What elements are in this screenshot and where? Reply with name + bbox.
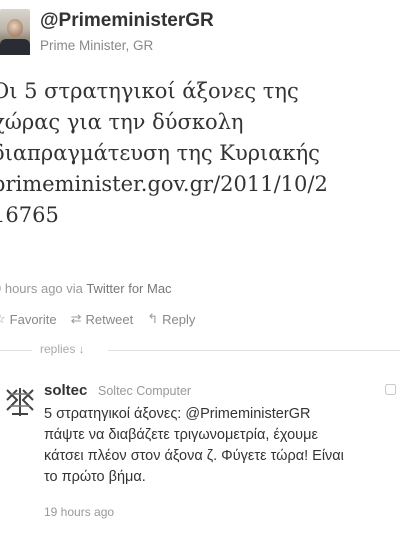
favorite-label: Favorite <box>9 311 57 327</box>
avatar-head <box>7 19 23 37</box>
reply-full-name: Soltec Computer <box>98 384 192 398</box>
tweet-full-name: Prime Minister, GR <box>40 38 154 53</box>
via-label: via <box>66 281 83 296</box>
client-link[interactable]: Twitter for Mac <box>86 281 171 296</box>
reply-button[interactable]: ↰ Reply <box>147 311 195 327</box>
avatar[interactable] <box>0 9 30 55</box>
tweet-meta: 9 hours ago via Twitter for Mac <box>0 281 172 296</box>
reply-text-line: πάψτε να διαβάζετε τριγωνομετρία, έχουμε <box>44 427 318 443</box>
retweet-icon: ⇄ <box>70 311 82 326</box>
reply-text-line: κάτσει πλέον στον άξονα ζ. Φύγετε τώρα! … <box>44 448 344 464</box>
star-icon: ☆ <box>0 311 6 327</box>
tweet-screen-name[interactable]: @PrimeministerGR <box>40 10 214 32</box>
reply-menu-icon[interactable]: ▢ <box>384 380 397 397</box>
reply-text-line: 5 στρατηγικοί άξονες: @PrimeministerGR <box>44 406 311 422</box>
tweet-text-line: Οι 5 στρατηγικοί άξονες της <box>0 79 299 103</box>
tweet-text: Οι 5 στρατηγικοί άξονες της χώρας για τη… <box>0 76 400 231</box>
tweet-link-continued[interactable]: 16765 <box>0 203 59 227</box>
tweet-actions: ☆ Favorite ⇄ Retweet ↰ Reply <box>0 311 195 327</box>
reply-text-line: το πρώτο βήμα. <box>44 469 146 485</box>
replies-divider: replies ↓ <box>0 341 400 359</box>
reply-label: Reply <box>162 311 196 327</box>
divider-line-left <box>0 350 32 351</box>
divider-line-right <box>108 350 400 351</box>
reply-icon: ↰ <box>147 311 159 326</box>
favorite-button[interactable]: ☆ Favorite <box>0 311 57 327</box>
tweet-text-line: χώρας για την δύσκολη <box>0 110 244 134</box>
tweet-link[interactable]: primeminister.gov.gr/2011/10/2 <box>0 172 328 196</box>
tweet-timestamp[interactable]: 9 hours ago <box>0 281 63 296</box>
tweet-header: @PrimeministerGR Prime Minister, GR <box>0 0 400 64</box>
reply-text: 5 στρατηγικοί άξονες: @PrimeministerGR π… <box>44 404 400 488</box>
retweet-label: Retweet <box>85 311 134 327</box>
reply-avatar[interactable] <box>4 386 36 418</box>
replies-toggle[interactable]: replies ↓ <box>40 342 85 356</box>
avatar-suit <box>0 39 30 55</box>
reply-timestamp[interactable]: 19 hours ago <box>44 505 114 519</box>
reply-item: soltec Soltec Computer ▢ 5 στρατηγικοί ά… <box>0 374 400 524</box>
reply-screen-name[interactable]: soltec <box>44 382 87 399</box>
retweet-button[interactable]: ⇄ Retweet <box>71 311 134 327</box>
tweet-text-line: διαπραγμάτευση της Κυριακής <box>0 141 320 165</box>
